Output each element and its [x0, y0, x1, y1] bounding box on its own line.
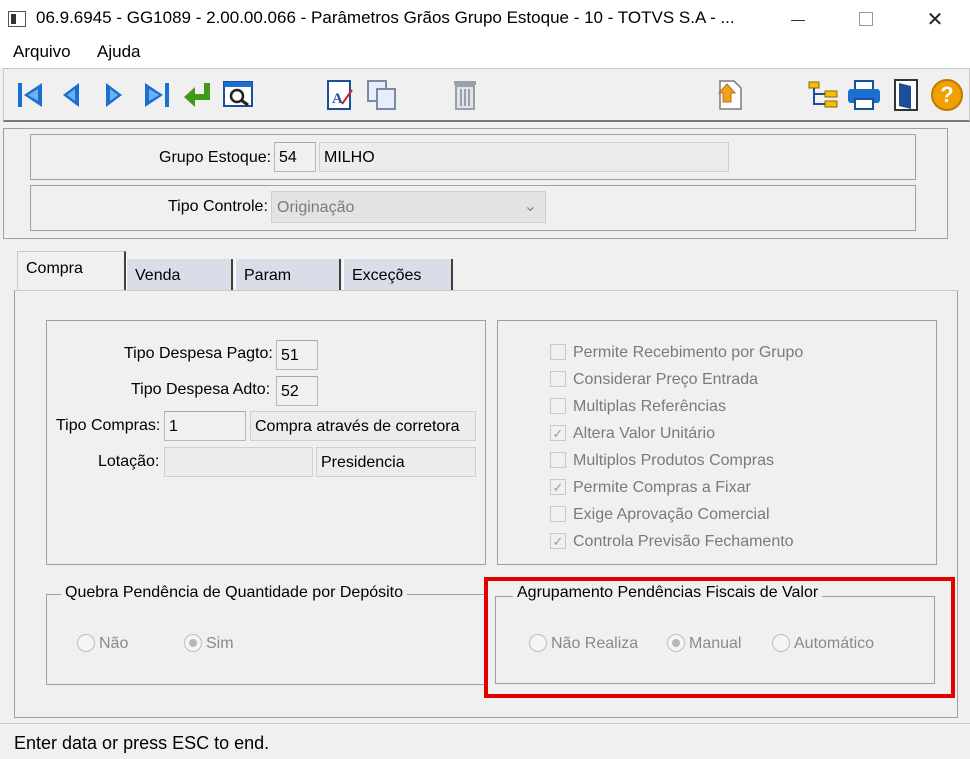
search-button[interactable]: [221, 77, 257, 113]
radio-sim-label: Sim: [206, 635, 234, 652]
search-icon: [223, 81, 253, 107]
tipo-compras-label: Tipo Compras:: [56, 417, 161, 434]
checkbox-multiplas-referencias[interactable]: [550, 398, 566, 414]
help-icon: ?: [931, 79, 963, 111]
maximize-icon: [859, 12, 873, 26]
upload-button[interactable]: [711, 77, 747, 113]
edit-icon: A: [327, 80, 353, 110]
prev-record-button[interactable]: [53, 77, 89, 113]
goto-button[interactable]: [180, 77, 216, 113]
last-record-button[interactable]: [138, 77, 174, 113]
chevron-down-icon: ⌄: [523, 198, 537, 215]
toolbar: A ?: [3, 68, 970, 122]
first-record-icon: [18, 83, 42, 107]
help-button[interactable]: ?: [929, 77, 965, 113]
tree-button[interactable]: [806, 77, 842, 113]
upload-icon: [717, 80, 742, 110]
tipo-compras-code-field[interactable]: 1: [164, 411, 246, 441]
radio-sim[interactable]: [184, 634, 202, 652]
tipo-compras-desc-field: Compra através de corretora: [250, 411, 476, 441]
altera-valor-label: Altera Valor Unitário: [573, 425, 715, 442]
highlight-box: [484, 577, 955, 698]
checkmark-icon: ✓: [550, 533, 566, 549]
svg-text:A: A: [332, 91, 343, 107]
print-icon: [848, 80, 880, 110]
minimize-button[interactable]: —: [775, 0, 821, 38]
checkbox-box: [550, 506, 566, 522]
controla-previsao-label: Controla Previsão Fechamento: [573, 533, 794, 550]
status-bar: Enter data or press ESC to end.: [0, 723, 970, 759]
considerar-preco-label: Considerar Preço Entrada: [573, 371, 758, 388]
app-icon: [8, 11, 26, 27]
checkbox-multiplos-produtos[interactable]: [550, 452, 566, 468]
grupo-estoque-frame: Grupo Estoque: 54 MILHO: [30, 134, 916, 180]
window-title: 06.9.6945 - GG1089 - 2.00.00.066 - Parâm…: [36, 8, 735, 27]
copy-button[interactable]: [364, 77, 400, 113]
checkmark-icon: ✓: [550, 425, 566, 441]
checkbox-exige-aprovacao[interactable]: [550, 506, 566, 522]
edit-button[interactable]: A: [322, 77, 358, 113]
maximize-button[interactable]: [843, 0, 889, 38]
multiplas-referencias-label: Multiplas Referências: [573, 398, 726, 415]
checkbox-permite-recebimento[interactable]: [550, 344, 566, 360]
tab-param[interactable]: Param: [235, 259, 341, 292]
permite-recebimento-label: Permite Recebimento por Grupo: [573, 344, 804, 361]
first-record-button[interactable]: [13, 77, 49, 113]
tipo-controle-label: Tipo Controle:: [168, 198, 268, 215]
lotacao-code-field[interactable]: [164, 447, 313, 477]
delete-button[interactable]: [447, 77, 483, 113]
menu-bar: Arquivo Ajuda: [0, 38, 970, 68]
close-button[interactable]: ✕: [912, 0, 958, 38]
exit-button[interactable]: [888, 77, 924, 113]
delete-icon: [454, 81, 476, 110]
tipo-despesa-pagto-label: Tipo Despesa Pagto:: [124, 345, 273, 362]
next-record-icon: [106, 83, 122, 107]
checkbox-box: [550, 344, 566, 360]
checkbox-considerar-preco[interactable]: [550, 371, 566, 387]
checkbox-box: [550, 452, 566, 468]
multiplos-produtos-label: Multiplos Produtos Compras: [573, 452, 774, 469]
tab-excecoes[interactable]: Exceções: [343, 259, 453, 292]
radio-nao-label: Não: [99, 635, 129, 652]
tab-compra[interactable]: Compra: [17, 251, 126, 291]
tipo-controle-select[interactable]: Originação ⌄: [271, 191, 546, 223]
tab-venda[interactable]: Venda: [126, 259, 233, 292]
tree-icon: [808, 81, 838, 108]
checkbox-compras-fixar[interactable]: ✓: [550, 479, 566, 495]
title-bar: 06.9.6945 - GG1089 - 2.00.00.066 - Parâm…: [0, 0, 970, 38]
despesa-group: Tipo Despesa Pagto: 51 Tipo Despesa Adto…: [46, 320, 486, 565]
checkbox-controla-previsao[interactable]: ✓: [550, 533, 566, 549]
menu-ajuda[interactable]: Ajuda: [97, 42, 140, 62]
checkbox-box: [550, 398, 566, 414]
lotacao-label: Lotação:: [98, 453, 160, 470]
radio-nao[interactable]: [77, 634, 95, 652]
checkbox-altera-valor[interactable]: ✓: [550, 425, 566, 441]
prev-record-icon: [63, 83, 79, 107]
compras-fixar-label: Permite Compras a Fixar: [573, 479, 751, 496]
tipo-despesa-pagto-field[interactable]: 51: [276, 340, 318, 370]
options-group: Permite Recebimento por Grupo Considerar…: [497, 320, 937, 565]
exige-aprovacao-label: Exige Aprovação Comercial: [573, 506, 770, 523]
grupo-estoque-code-field[interactable]: 54: [274, 142, 316, 172]
quebra-pendencia-legend: Quebra Pendência de Quantidade por Depós…: [61, 584, 408, 602]
next-record-button[interactable]: [96, 77, 132, 113]
status-text: Enter data or press ESC to end.: [14, 733, 270, 753]
tipo-despesa-adto-field[interactable]: 52: [276, 376, 318, 406]
minimize-icon: —: [791, 11, 805, 27]
goto-icon: [184, 83, 210, 107]
lotacao-desc-field: Presidencia: [316, 447, 476, 477]
exit-icon: [894, 79, 918, 111]
copy-icon: [367, 80, 396, 110]
last-record-icon: [145, 83, 169, 107]
checkbox-box: [550, 371, 566, 387]
grupo-estoque-desc-field: MILHO: [319, 142, 729, 172]
grupo-estoque-label: Grupo Estoque:: [159, 149, 272, 166]
tipo-controle-frame: Tipo Controle: Originação ⌄: [30, 185, 916, 231]
close-icon: ✕: [926, 8, 944, 31]
checkmark-icon: ✓: [550, 479, 566, 495]
tipo-controle-value: Originação: [277, 199, 355, 216]
tipo-despesa-adto-label: Tipo Despesa Adto:: [131, 381, 271, 398]
print-button[interactable]: [846, 77, 882, 113]
menu-arquivo[interactable]: Arquivo: [13, 42, 71, 62]
